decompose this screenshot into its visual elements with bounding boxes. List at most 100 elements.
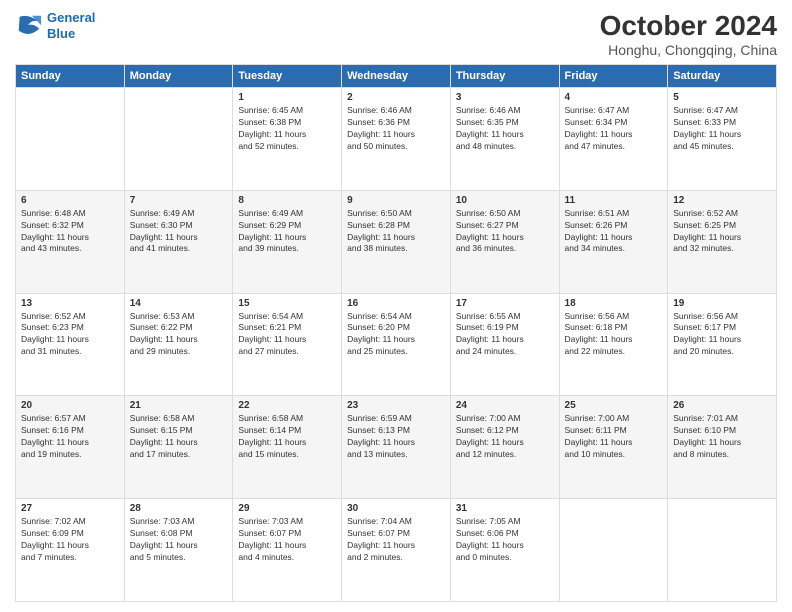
day-cell: 23 Sunrise: 6:59 AMSunset: 6:13 PMDayligh…	[342, 396, 451, 499]
day-info: Sunrise: 6:55 AMSunset: 6:19 PMDaylight:…	[456, 311, 554, 359]
day-cell: 28 Sunrise: 7:03 AMSunset: 6:08 PMDayligh…	[124, 499, 233, 602]
day-info: Sunrise: 7:03 AMSunset: 6:08 PMDaylight:…	[130, 516, 228, 564]
day-number: 16	[347, 298, 445, 309]
calendar-body: 1 Sunrise: 6:45 AMSunset: 6:38 PMDaylight…	[16, 88, 777, 602]
day-info: Sunrise: 6:54 AMSunset: 6:20 PMDaylight:…	[347, 311, 445, 359]
day-number: 27	[21, 503, 119, 514]
day-cell: 31Sunrise: 7:05 AMSunset: 6:06 PMDayligh…	[450, 499, 559, 602]
day-info: Sunrise: 6:56 AMSunset: 6:18 PMDaylight:…	[565, 311, 663, 359]
day-cell: 1 Sunrise: 6:45 AMSunset: 6:38 PMDaylight…	[233, 88, 342, 191]
day-cell: 16 Sunrise: 6:54 AMSunset: 6:20 PMDayligh…	[342, 293, 451, 396]
day-number: 17	[456, 298, 554, 309]
day-info: Sunrise: 6:58 AMSunset: 6:15 PMDaylight:…	[130, 413, 228, 461]
day-number: 8	[238, 195, 336, 206]
day-number: 14	[130, 298, 228, 309]
day-info: Sunrise: 6:50 AMSunset: 6:28 PMDaylight:…	[347, 208, 445, 256]
day-number: 5	[673, 92, 771, 103]
day-number: 1	[238, 92, 336, 103]
day-info: Sunrise: 6:47 AMSunset: 6:34 PMDaylight:…	[565, 105, 663, 153]
header-cell-saturday: Saturday	[668, 65, 777, 88]
header-cell-wednesday: Wednesday	[342, 65, 451, 88]
day-cell: 27 Sunrise: 7:02 AMSunset: 6:09 PMDayligh…	[16, 499, 125, 602]
day-cell: 21 Sunrise: 6:58 AMSunset: 6:15 PMDayligh…	[124, 396, 233, 499]
day-number: 2	[347, 92, 445, 103]
day-number: 21	[130, 400, 228, 411]
day-info: Sunrise: 6:58 AMSunset: 6:14 PMDaylight:…	[238, 413, 336, 461]
day-number: 4	[565, 92, 663, 103]
day-cell: 18 Sunrise: 6:56 AMSunset: 6:18 PMDayligh…	[559, 293, 668, 396]
day-cell: 9 Sunrise: 6:50 AMSunset: 6:28 PMDaylight…	[342, 190, 451, 293]
day-number: 18	[565, 298, 663, 309]
day-info: Sunrise: 6:49 AMSunset: 6:30 PMDaylight:…	[130, 208, 228, 256]
day-number: 13	[21, 298, 119, 309]
day-number: 7	[130, 195, 228, 206]
day-info: Sunrise: 6:59 AMSunset: 6:13 PMDaylight:…	[347, 413, 445, 461]
day-info: Sunrise: 6:46 AMSunset: 6:36 PMDaylight:…	[347, 105, 445, 153]
day-info: Sunrise: 6:51 AMSunset: 6:26 PMDaylight:…	[565, 208, 663, 256]
day-info: Sunrise: 7:03 AMSunset: 6:07 PMDaylight:…	[238, 516, 336, 564]
week-row-4: 20Sunrise: 6:57 AMSunset: 6:16 PMDayligh…	[16, 396, 777, 499]
day-cell: 4 Sunrise: 6:47 AMSunset: 6:34 PMDaylight…	[559, 88, 668, 191]
day-number: 12	[673, 195, 771, 206]
day-cell: 19 Sunrise: 6:56 AMSunset: 6:17 PMDayligh…	[668, 293, 777, 396]
day-number: 6	[21, 195, 119, 206]
day-cell: 24Sunrise: 7:00 AMSunset: 6:12 PMDayligh…	[450, 396, 559, 499]
day-info: Sunrise: 6:52 AMSunset: 6:23 PMDaylight:…	[21, 311, 119, 359]
day-cell	[668, 499, 777, 602]
day-cell: 30Sunrise: 7:04 AMSunset: 6:07 PMDayligh…	[342, 499, 451, 602]
day-info: Sunrise: 6:46 AMSunset: 6:35 PMDaylight:…	[456, 105, 554, 153]
day-info: Sunrise: 7:02 AMSunset: 6:09 PMDaylight:…	[21, 516, 119, 564]
day-number: 24	[456, 400, 554, 411]
day-cell: 6Sunrise: 6:48 AMSunset: 6:32 PMDaylight…	[16, 190, 125, 293]
title-block: October 2024 Honghu, Chongqing, China	[600, 10, 777, 58]
header: General Blue October 2024 Honghu, Chongq…	[15, 10, 777, 58]
day-info: Sunrise: 6:45 AMSunset: 6:38 PMDaylight:…	[238, 105, 336, 153]
week-row-5: 27 Sunrise: 7:02 AMSunset: 6:09 PMDayligh…	[16, 499, 777, 602]
day-number: 28	[130, 503, 228, 514]
page: General Blue October 2024 Honghu, Chongq…	[0, 0, 792, 612]
day-info: Sunrise: 6:53 AMSunset: 6:22 PMDaylight:…	[130, 311, 228, 359]
header-row: SundayMondayTuesdayWednesdayThursdayFrid…	[16, 65, 777, 88]
day-info: Sunrise: 6:52 AMSunset: 6:25 PMDaylight:…	[673, 208, 771, 256]
day-info: Sunrise: 6:49 AMSunset: 6:29 PMDaylight:…	[238, 208, 336, 256]
day-info: Sunrise: 7:01 AMSunset: 6:10 PMDaylight:…	[673, 413, 771, 461]
week-row-2: 6Sunrise: 6:48 AMSunset: 6:32 PMDaylight…	[16, 190, 777, 293]
day-cell: 14 Sunrise: 6:53 AMSunset: 6:22 PMDayligh…	[124, 293, 233, 396]
day-cell: 3Sunrise: 6:46 AMSunset: 6:35 PMDaylight…	[450, 88, 559, 191]
day-info: Sunrise: 6:57 AMSunset: 6:16 PMDaylight:…	[21, 413, 119, 461]
week-row-1: 1 Sunrise: 6:45 AMSunset: 6:38 PMDaylight…	[16, 88, 777, 191]
header-cell-thursday: Thursday	[450, 65, 559, 88]
day-number: 22	[238, 400, 336, 411]
day-number: 19	[673, 298, 771, 309]
day-cell	[559, 499, 668, 602]
day-cell	[124, 88, 233, 191]
day-cell: 15 Sunrise: 6:54 AMSunset: 6:21 PMDayligh…	[233, 293, 342, 396]
day-cell	[16, 88, 125, 191]
day-info: Sunrise: 6:50 AMSunset: 6:27 PMDaylight:…	[456, 208, 554, 256]
logo-general: General	[47, 10, 95, 25]
day-cell: 11 Sunrise: 6:51 AMSunset: 6:26 PMDayligh…	[559, 190, 668, 293]
day-info: Sunrise: 7:04 AMSunset: 6:07 PMDaylight:…	[347, 516, 445, 564]
calendar-header: SundayMondayTuesdayWednesdayThursdayFrid…	[16, 65, 777, 88]
calendar-table: SundayMondayTuesdayWednesdayThursdayFrid…	[15, 64, 777, 602]
day-cell: 20Sunrise: 6:57 AMSunset: 6:16 PMDayligh…	[16, 396, 125, 499]
logo-blue: Blue	[47, 26, 95, 42]
logo: General Blue	[15, 10, 95, 41]
day-cell: 17 Sunrise: 6:55 AMSunset: 6:19 PMDayligh…	[450, 293, 559, 396]
subtitle: Honghu, Chongqing, China	[600, 42, 777, 58]
day-number: 9	[347, 195, 445, 206]
day-number: 11	[565, 195, 663, 206]
day-cell: 10Sunrise: 6:50 AMSunset: 6:27 PMDayligh…	[450, 190, 559, 293]
header-cell-friday: Friday	[559, 65, 668, 88]
day-cell: 13 Sunrise: 6:52 AMSunset: 6:23 PMDayligh…	[16, 293, 125, 396]
day-info: Sunrise: 6:56 AMSunset: 6:17 PMDaylight:…	[673, 311, 771, 359]
day-number: 29	[238, 503, 336, 514]
day-info: Sunrise: 6:54 AMSunset: 6:21 PMDaylight:…	[238, 311, 336, 359]
logo-text: General Blue	[47, 10, 95, 41]
day-info: Sunrise: 7:00 AMSunset: 6:11 PMDaylight:…	[565, 413, 663, 461]
header-cell-sunday: Sunday	[16, 65, 125, 88]
day-number: 15	[238, 298, 336, 309]
day-number: 31	[456, 503, 554, 514]
day-cell: 26Sunrise: 7:01 AMSunset: 6:10 PMDayligh…	[668, 396, 777, 499]
day-number: 23	[347, 400, 445, 411]
